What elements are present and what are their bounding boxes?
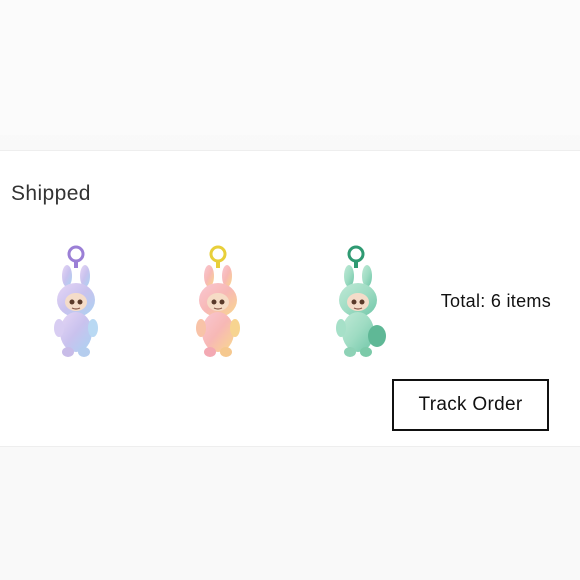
plush-keychain-peach-icon <box>196 245 240 357</box>
item-thumbnail-1[interactable] <box>45 244 107 360</box>
track-order-button[interactable]: Track Order <box>392 379 549 431</box>
order-status: Shipped <box>11 182 91 205</box>
previous-section <box>0 0 580 135</box>
plush-keychain-mint-icon <box>336 245 386 357</box>
order-page: Shipped Total: 6 items Track Order <box>0 0 580 580</box>
plush-keychain-lavender-icon <box>54 245 98 357</box>
next-section <box>0 447 580 580</box>
order-total: Total: 6 items <box>440 291 551 311</box>
item-thumbnail-3[interactable] <box>329 244 391 360</box>
item-thumbnail-2[interactable] <box>187 244 249 360</box>
